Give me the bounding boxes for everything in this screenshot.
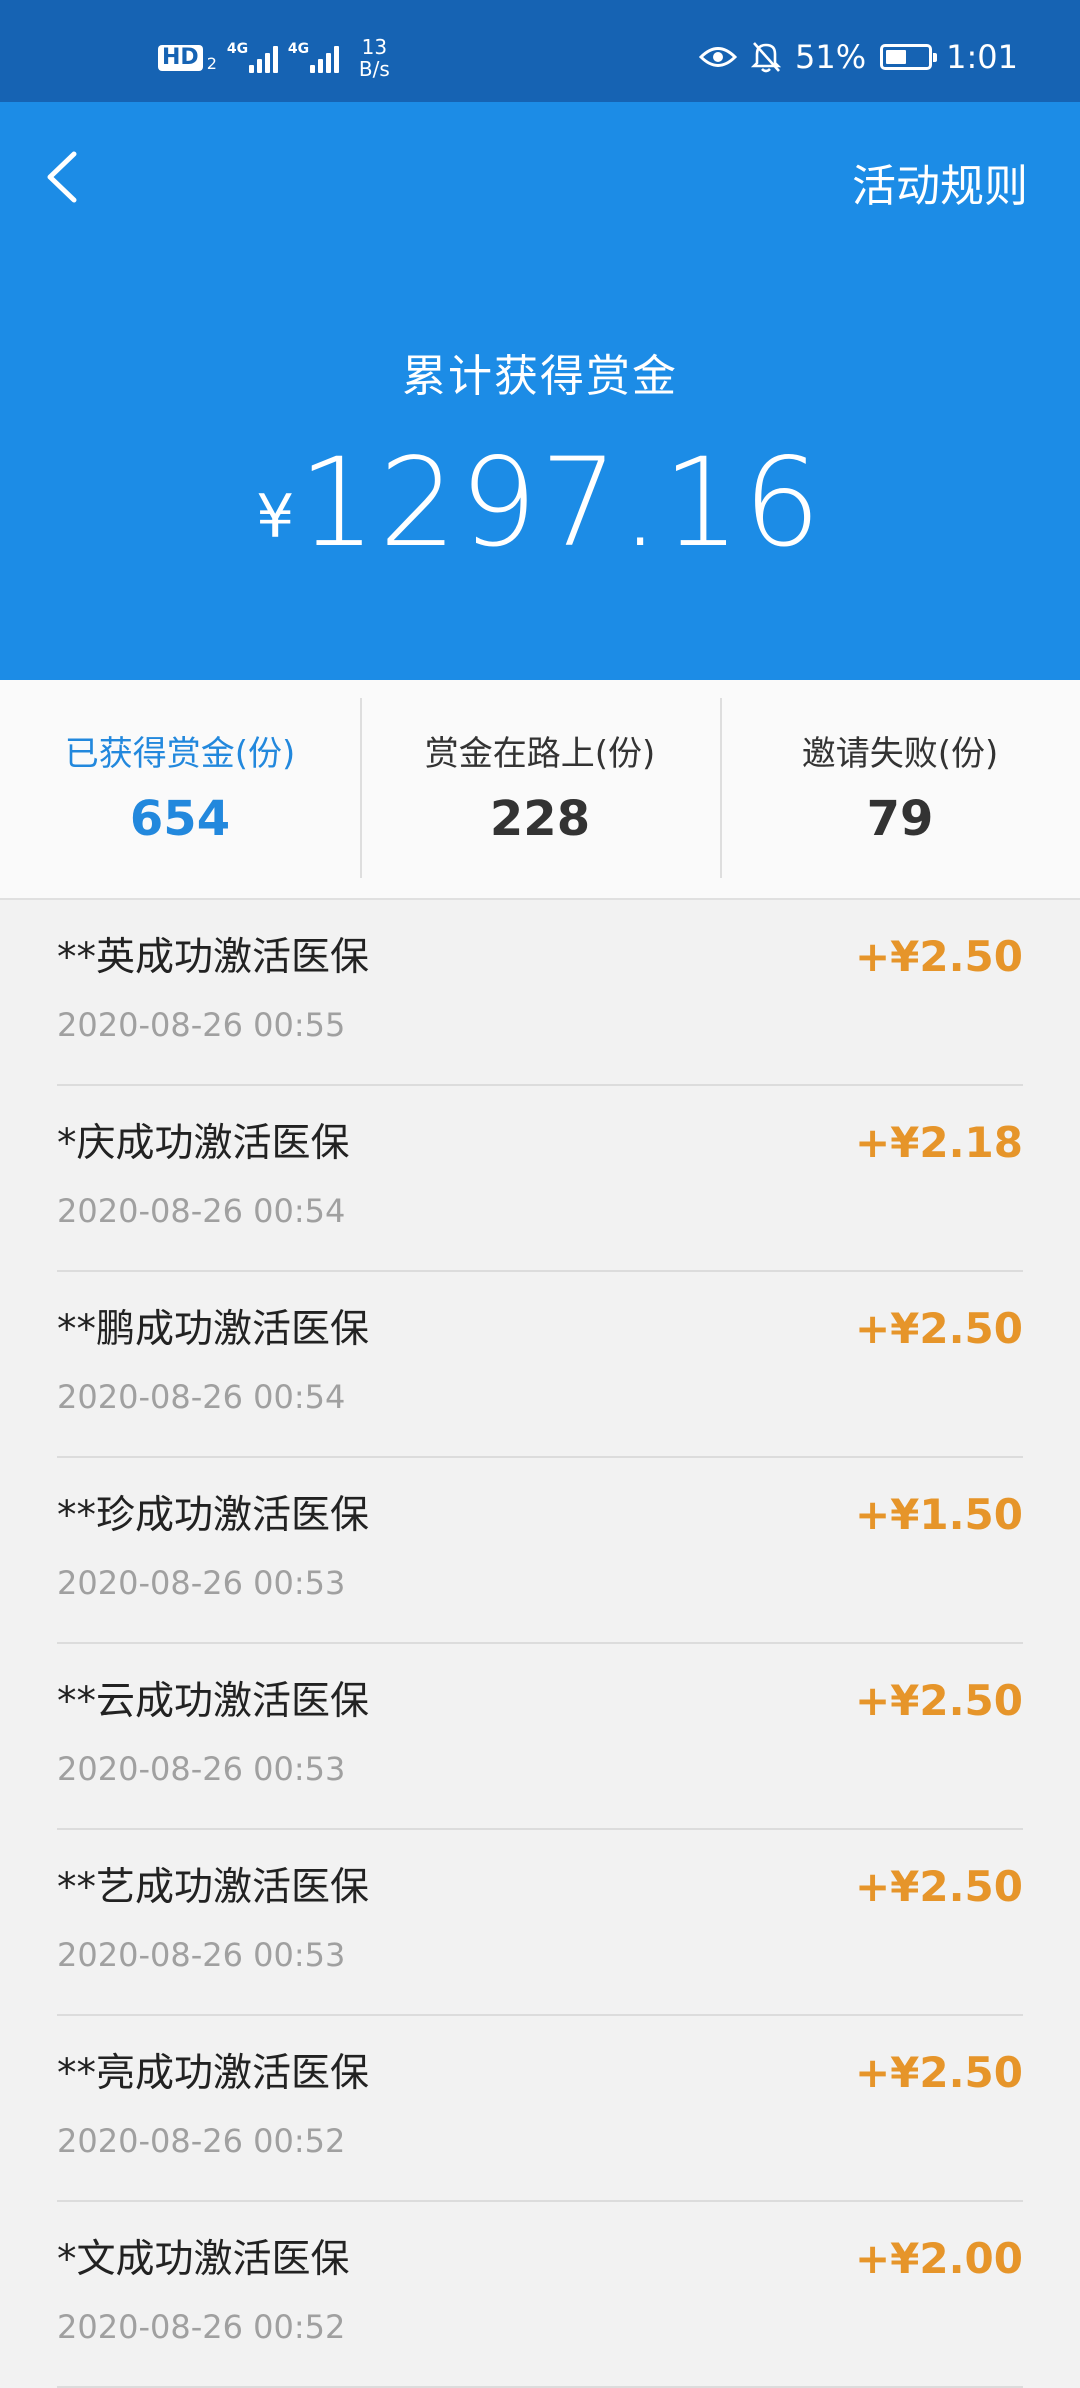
record-title: *庆成功激活医保 bbox=[57, 1121, 350, 1166]
record-title: **艺成功激活医保 bbox=[57, 1865, 370, 1910]
back-arrow-icon[interactable] bbox=[40, 142, 92, 212]
signal-strength-icon: 4G bbox=[287, 41, 339, 73]
clock: 1:01 bbox=[946, 38, 1018, 76]
list-item: **亮成功激活医保 2020-08-26 00:52 +¥2.50 bbox=[57, 2016, 1023, 2202]
record-title: **亮成功激活医保 bbox=[57, 2051, 370, 2096]
record-title: **鹏成功激活医保 bbox=[57, 1307, 370, 1352]
stat-value: 654 bbox=[129, 791, 231, 847]
total-amount-value: 1297.16 bbox=[298, 432, 824, 574]
stat-label: 赏金在路上(份) bbox=[424, 734, 656, 774]
network-speed-unit: B/s bbox=[358, 57, 390, 81]
battery-icon bbox=[880, 44, 938, 70]
currency-symbol: ¥ bbox=[256, 482, 295, 552]
record-amount: +¥2.00 bbox=[854, 2234, 1023, 2283]
stat-tab-failed[interactable]: 邀请失败(份) 79 bbox=[720, 680, 1080, 898]
record-amount: +¥1.50 bbox=[854, 1490, 1023, 1539]
record-time: 2020-08-26 00:55 bbox=[57, 1006, 346, 1044]
hd-voice-icon: HD bbox=[158, 45, 203, 71]
reward-record-list: **英成功激活医保 2020-08-26 00:55 +¥2.50 *庆成功激活… bbox=[0, 900, 1080, 2388]
network-type-label: 4G bbox=[287, 41, 310, 57]
record-time: 2020-08-26 00:52 bbox=[57, 2122, 346, 2160]
record-time: 2020-08-26 00:53 bbox=[57, 1564, 346, 1602]
stat-label: 邀请失败(份) bbox=[801, 734, 999, 774]
record-time: 2020-08-26 00:54 bbox=[57, 1378, 346, 1416]
stat-label: 已获得赏金(份) bbox=[64, 734, 296, 774]
network-speed-value: 13 bbox=[361, 35, 388, 59]
hd-voice-sim: 2 bbox=[206, 53, 217, 73]
record-title: *文成功激活医保 bbox=[57, 2237, 350, 2282]
list-item: *文成功激活医保 2020-08-26 00:52 +¥2.00 bbox=[57, 2202, 1023, 2388]
record-time: 2020-08-26 00:54 bbox=[57, 1192, 346, 1230]
record-amount: +¥2.50 bbox=[854, 1676, 1023, 1725]
record-time: 2020-08-26 00:53 bbox=[57, 1936, 346, 1974]
battery-percent: 51% bbox=[795, 38, 867, 76]
battery-level bbox=[886, 50, 907, 64]
stat-tab-pending[interactable]: 赏金在路上(份) 228 bbox=[360, 680, 720, 898]
eye-comfort-icon bbox=[699, 47, 738, 67]
list-item: *庆成功激活医保 2020-08-26 00:54 +¥2.18 bbox=[57, 1086, 1023, 1272]
stat-value: 228 bbox=[489, 791, 591, 847]
record-title: **珍成功激活医保 bbox=[57, 1493, 370, 1538]
activity-rules-link[interactable]: 活动规则 bbox=[852, 150, 1028, 214]
list-item: **云成功激活医保 2020-08-26 00:53 +¥2.50 bbox=[57, 1644, 1023, 1830]
record-amount: +¥2.50 bbox=[854, 932, 1023, 981]
list-item: **珍成功激活医保 2020-08-26 00:53 +¥1.50 bbox=[57, 1458, 1023, 1644]
list-item: **艺成功激活医保 2020-08-26 00:53 +¥2.50 bbox=[57, 1830, 1023, 2016]
total-reward-amount: ¥1297.16 bbox=[0, 432, 1080, 574]
record-amount: +¥2.50 bbox=[854, 1862, 1023, 1911]
record-title: **云成功激活医保 bbox=[57, 1679, 370, 1724]
status-bar-left: HD 2 4G 4G 13 B/s bbox=[158, 36, 390, 80]
stat-value: 79 bbox=[866, 791, 934, 847]
total-reward-title: 累计获得赏金 bbox=[402, 351, 678, 402]
reward-header: 活动规则 累计获得赏金 ¥1297.16 bbox=[0, 102, 1080, 680]
list-item: **英成功激活医保 2020-08-26 00:55 +¥2.50 bbox=[57, 900, 1023, 1086]
record-amount: +¥2.18 bbox=[854, 1118, 1023, 1167]
network-type-label: 4G bbox=[226, 41, 249, 57]
reward-stats: 已获得赏金(份) 654 赏金在路上(份) 228 邀请失败(份) 79 bbox=[0, 680, 1080, 900]
stat-tab-earned[interactable]: 已获得赏金(份) 654 bbox=[0, 680, 360, 898]
record-time: 2020-08-26 00:52 bbox=[57, 2308, 346, 2346]
record-title: **英成功激活医保 bbox=[57, 935, 370, 980]
record-time: 2020-08-26 00:53 bbox=[57, 1750, 346, 1788]
network-speed: 13 B/s bbox=[359, 36, 390, 80]
status-bar-right: 51% 1:01 bbox=[699, 38, 1018, 76]
record-amount: +¥2.50 bbox=[854, 2048, 1023, 2097]
list-item: **鹏成功激活医保 2020-08-26 00:54 +¥2.50 bbox=[57, 1272, 1023, 1458]
status-bar: HD 2 4G 4G 13 B/s 51% 1:01 bbox=[0, 0, 1080, 102]
mute-bell-icon bbox=[751, 42, 782, 73]
record-amount: +¥2.50 bbox=[854, 1304, 1023, 1353]
signal-strength-icon: 4G bbox=[226, 41, 278, 73]
